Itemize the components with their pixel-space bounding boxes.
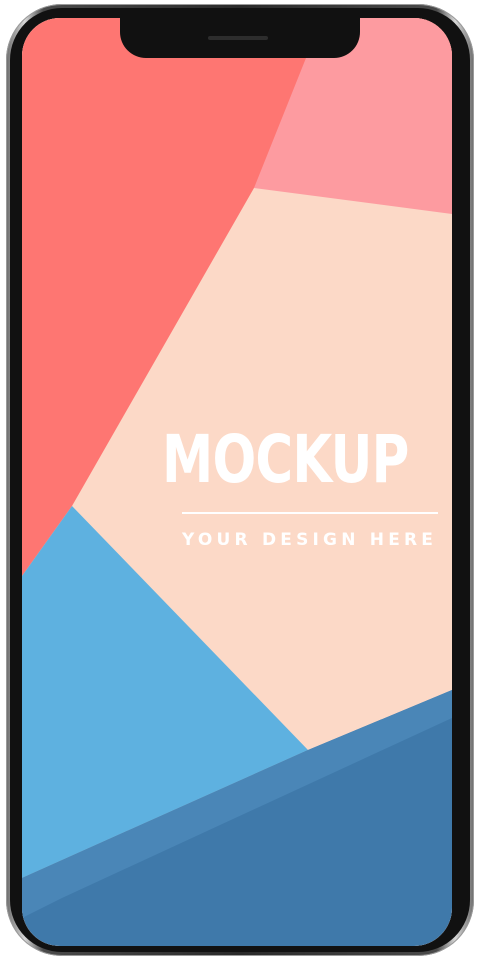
mockup-subtitle: YOUR DESIGN HERE <box>182 530 438 550</box>
phone-screen: MOCKUP YOUR DESIGN HERE <box>22 18 452 946</box>
earpiece-speaker-icon <box>208 36 268 40</box>
title-divider <box>182 512 438 514</box>
mockup-stage: MOCKUP YOUR DESIGN HERE <box>0 0 480 960</box>
mockup-title: MOCKUP <box>162 421 409 498</box>
